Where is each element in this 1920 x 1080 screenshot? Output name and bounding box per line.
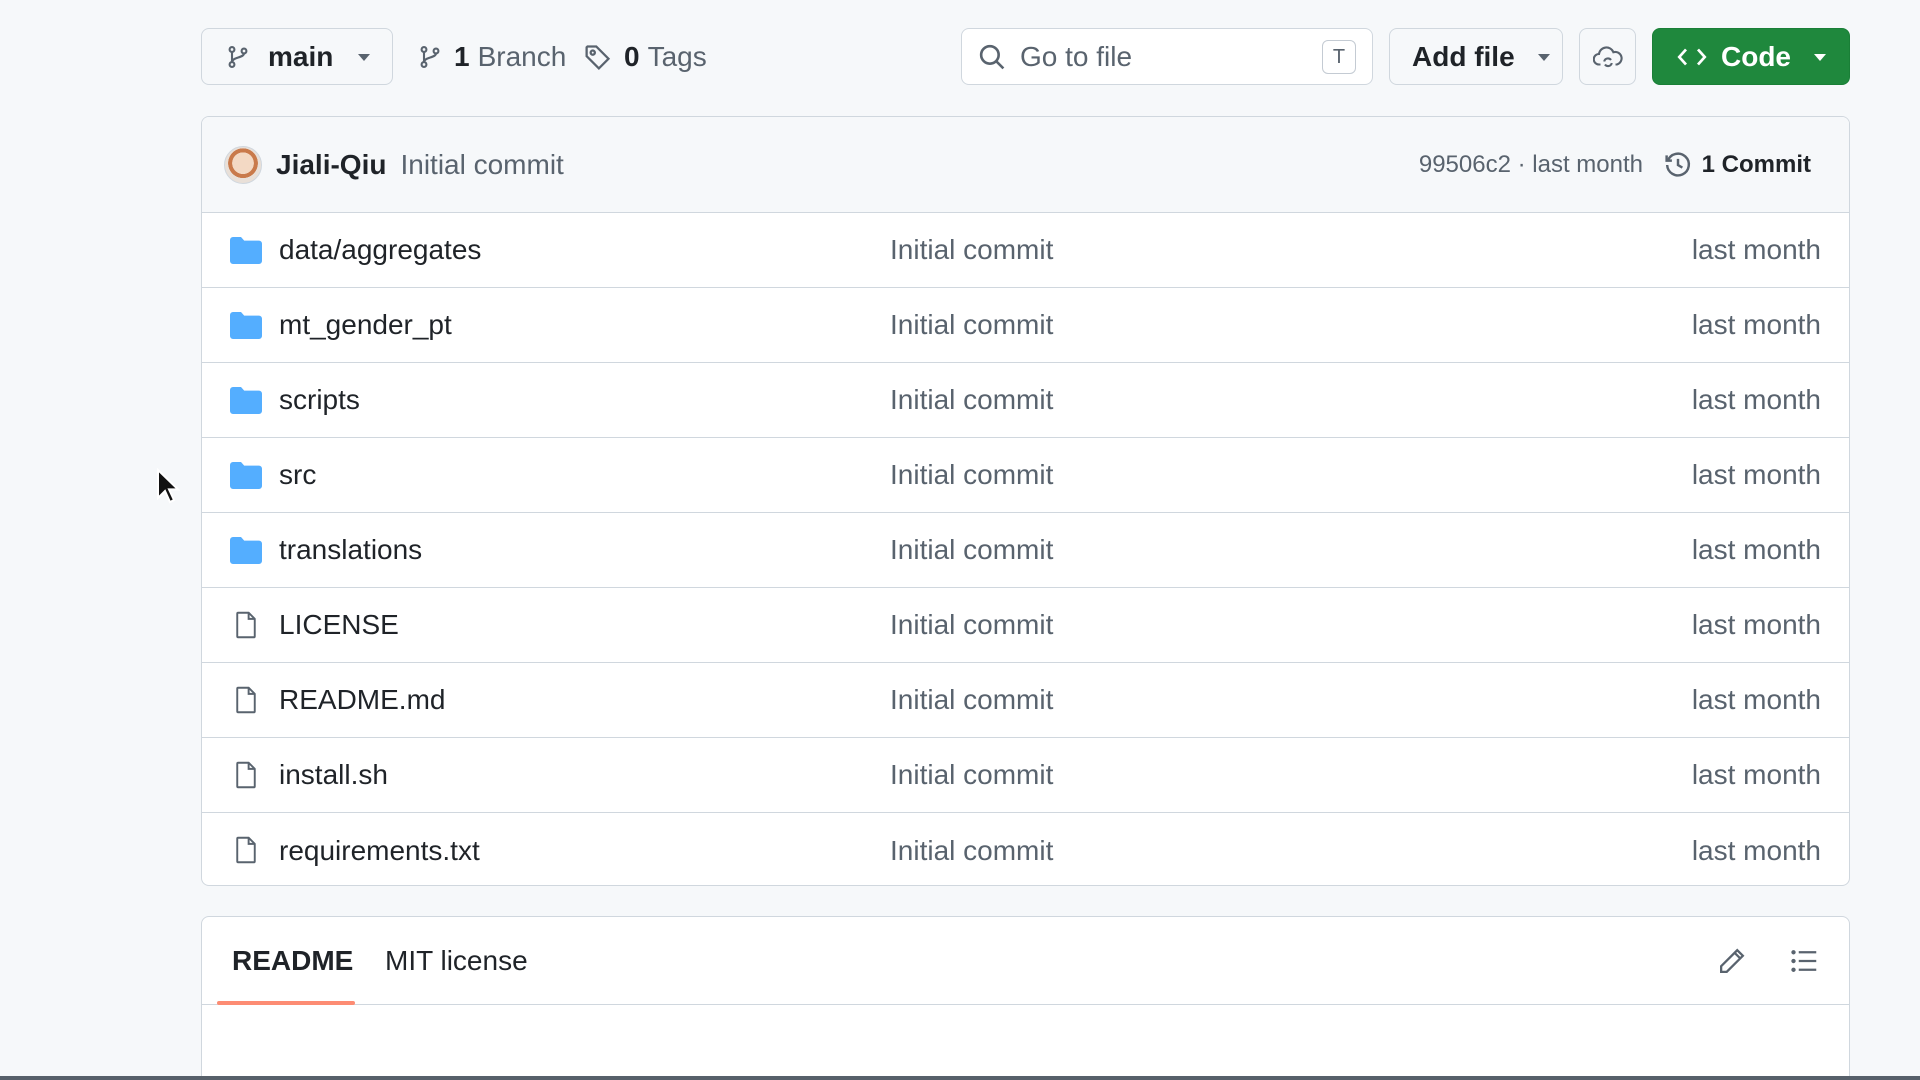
file-name[interactable]: LICENSE <box>279 609 399 641</box>
pencil-icon <box>1720 948 1745 973</box>
file-commit-message[interactable]: Initial commit <box>890 684 1053 716</box>
file-commit-date: last month <box>1691 384 1821 415</box>
file-commit-message[interactable]: Initial commit <box>890 534 1053 566</box>
file-commit-date: last month <box>1691 834 1821 866</box>
edit-readme-button[interactable] <box>1714 943 1750 979</box>
add-file-label: Add file <box>1412 40 1515 72</box>
file-commit-date: last month <box>1691 234 1821 265</box>
file-icon <box>236 836 256 864</box>
branches-link[interactable]: 1 Branch <box>418 28 566 85</box>
file-commit-message[interactable]: Initial commit <box>890 759 1053 791</box>
file-row[interactable]: LICENSE Initial commit last month <box>202 588 1849 663</box>
folder-icon <box>230 462 262 489</box>
folder-icon <box>230 537 262 564</box>
tags-link[interactable]: 0 Tags <box>584 28 707 85</box>
file-commit-date: last month <box>1691 534 1821 565</box>
file-row[interactable]: install.sh Initial commit last month <box>202 738 1849 813</box>
branch-count: 1 <box>454 40 470 72</box>
folder-icon <box>230 387 262 414</box>
file-row[interactable]: src Initial commit last month <box>202 438 1849 513</box>
readme-panel: README MIT license <box>201 916 1850 1080</box>
folder-icon <box>230 237 262 264</box>
add-file-button[interactable]: Add file <box>1389 28 1563 85</box>
latest-commit-header: Jiali-Qiu Initial commit 99506c2 · last … <box>202 117 1849 213</box>
file-commit-message[interactable]: Initial commit <box>890 459 1053 491</box>
file-row[interactable]: requirements.txt Initial commit last month <box>202 813 1849 885</box>
readme-tabs: README MIT license <box>202 917 1849 1005</box>
file-name[interactable]: README.md <box>279 684 445 716</box>
cloud-sync-icon <box>1592 45 1623 67</box>
file-name[interactable]: install.sh <box>279 759 388 791</box>
chevron-down-icon <box>358 53 371 61</box>
file-icon <box>236 611 256 639</box>
file-commit-date: last month <box>1691 759 1821 790</box>
go-to-file-search[interactable]: T <box>961 28 1373 85</box>
code-icon <box>1677 48 1707 65</box>
commit-message[interactable]: Initial commit <box>400 149 563 181</box>
file-name[interactable]: data/aggregates <box>279 234 481 266</box>
code-button[interactable]: Code <box>1652 28 1850 85</box>
file-name[interactable]: scripts <box>279 384 360 416</box>
file-icon <box>236 686 256 714</box>
file-table: Jiali-Qiu Initial commit 99506c2 · last … <box>201 116 1850 886</box>
code-label: Code <box>1721 40 1791 72</box>
tab-mit-license[interactable]: MIT license <box>385 945 528 977</box>
tab-readme[interactable]: README <box>232 945 353 977</box>
commit-hash-date[interactable]: 99506c2 · last month <box>1419 151 1643 179</box>
outline-button[interactable] <box>1786 943 1822 979</box>
file-row[interactable]: README.md Initial commit last month <box>202 663 1849 738</box>
file-row[interactable]: data/aggregates Initial commit last month <box>202 213 1849 288</box>
file-row[interactable]: scripts Initial commit last month <box>202 363 1849 438</box>
tag-count: 0 <box>624 40 640 72</box>
file-row[interactable]: mt_gender_pt Initial commit last month <box>202 288 1849 363</box>
file-commit-message[interactable]: Initial commit <box>890 609 1053 641</box>
git-branch-icon <box>228 45 248 68</box>
branch-selector-button[interactable]: main <box>201 28 393 85</box>
commit-count-label: 1 Commit <box>1701 150 1811 178</box>
sync-button[interactable] <box>1579 28 1636 85</box>
file-commit-message[interactable]: Initial commit <box>890 384 1053 416</box>
search-input[interactable] <box>1020 40 1300 73</box>
file-name[interactable]: requirements.txt <box>279 835 480 867</box>
chevron-down-icon <box>1537 53 1550 61</box>
mouse-cursor-icon <box>157 468 180 504</box>
branch-name: main <box>268 40 334 72</box>
file-commit-message[interactable]: Initial commit <box>890 234 1053 266</box>
file-commit-date: last month <box>1691 684 1821 715</box>
tag-count-label: Tags <box>647 40 707 72</box>
file-commit-date: last month <box>1691 609 1821 640</box>
file-commit-date: last month <box>1691 309 1821 340</box>
tag-icon <box>585 44 611 70</box>
file-row[interactable]: translations Initial commit last month <box>202 513 1849 588</box>
commit-author[interactable]: Jiali-Qiu <box>276 149 386 181</box>
file-icon <box>236 761 256 789</box>
file-commit-message[interactable]: Initial commit <box>890 835 1053 867</box>
file-commit-date: last month <box>1691 459 1821 490</box>
commit-history-link[interactable]: 1 Commit <box>1664 151 1811 179</box>
avatar[interactable] <box>224 145 262 184</box>
file-name[interactable]: translations <box>279 534 422 566</box>
window-bottom-edge <box>0 1076 1920 1080</box>
list-icon <box>1791 950 1817 972</box>
search-icon <box>979 44 1005 69</box>
folder-icon <box>230 312 262 339</box>
active-tab-indicator <box>217 1001 355 1005</box>
git-branch-icon <box>420 45 440 68</box>
branch-count-label: Branch <box>477 40 567 72</box>
file-name[interactable]: src <box>279 459 316 491</box>
chevron-down-icon <box>1814 53 1826 61</box>
history-icon <box>1665 151 1690 177</box>
keyboard-shortcut-hint: T <box>1322 40 1356 74</box>
file-name[interactable]: mt_gender_pt <box>279 309 452 341</box>
file-commit-message[interactable]: Initial commit <box>890 309 1053 341</box>
